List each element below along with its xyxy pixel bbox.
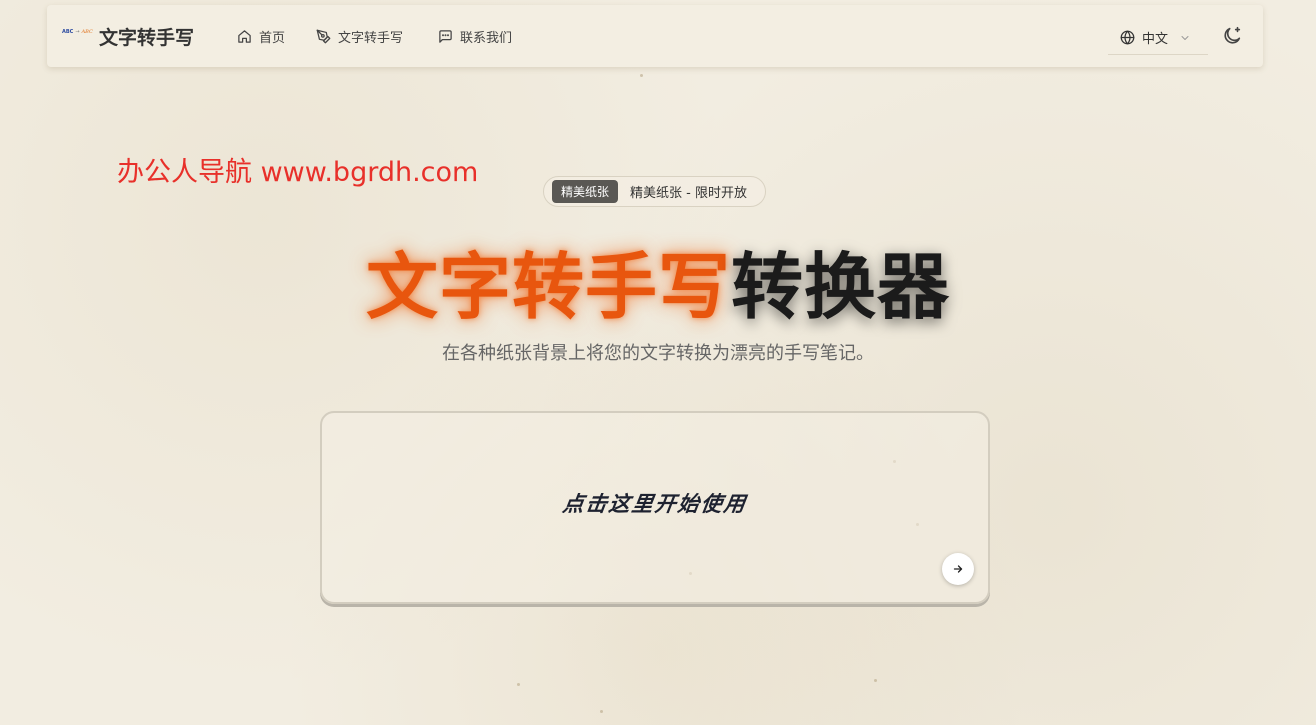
hero-title: 文字转手写转换器 xyxy=(0,228,1316,333)
nav-item-label: 联系我们 xyxy=(460,30,513,46)
logo-arrow: → xyxy=(75,29,80,35)
home-icon xyxy=(238,29,251,43)
arrow-right-icon xyxy=(953,565,963,573)
start-card[interactable]: 点击这里开始使用 xyxy=(320,411,990,604)
nav-item-label: 首页 xyxy=(259,30,286,46)
hero-subtitle: 在各种纸张背景上将您的文字转换为漂亮的手写笔记。 xyxy=(442,343,874,364)
moon-icon[interactable] xyxy=(1221,25,1243,47)
paper-speck xyxy=(874,679,877,682)
message-icon xyxy=(439,29,452,43)
badge-text: 精美纸张 - 限时开放 xyxy=(630,186,747,201)
globe-icon xyxy=(1120,30,1135,45)
start-arrow-button[interactable] xyxy=(942,553,974,585)
chevron-down-icon xyxy=(1181,35,1189,40)
paper-speck xyxy=(600,710,603,713)
promo-badge[interactable]: 精美纸张 精美纸张 - 限时开放 xyxy=(543,176,766,207)
watermark-text: 办公人导航 www.bgrdh.com xyxy=(117,157,479,188)
logo-text-left: ABC xyxy=(62,29,74,35)
logo[interactable]: ABC → ABC xyxy=(62,29,93,35)
paper-speck xyxy=(640,74,643,77)
logo-text-right: ABC xyxy=(81,29,93,35)
hero-title-highlight: 文字转手写 xyxy=(365,245,731,329)
language-label: 中文 xyxy=(1142,32,1169,47)
top-navbar: ABC → ABC 文字转手写 首页 文字转手写 联系我们 中文 xyxy=(47,5,1263,67)
nav-item-contact[interactable]: 联系我们 xyxy=(438,26,512,46)
pen-icon xyxy=(316,29,331,43)
hero-title-rest: 转换器 xyxy=(731,245,951,329)
paper-speck xyxy=(517,683,520,686)
language-select[interactable]: 中文 xyxy=(1108,21,1208,55)
brand-title[interactable]: 文字转手写 xyxy=(99,23,194,50)
badge-pill: 精美纸张 xyxy=(552,180,619,203)
nav-item-home[interactable]: 首页 xyxy=(237,26,285,46)
nav-item-label: 文字转手写 xyxy=(338,30,404,46)
start-prompt: 点击这里开始使用 xyxy=(561,491,749,516)
nav-item-text-to-handwriting[interactable]: 文字转手写 xyxy=(316,26,403,46)
